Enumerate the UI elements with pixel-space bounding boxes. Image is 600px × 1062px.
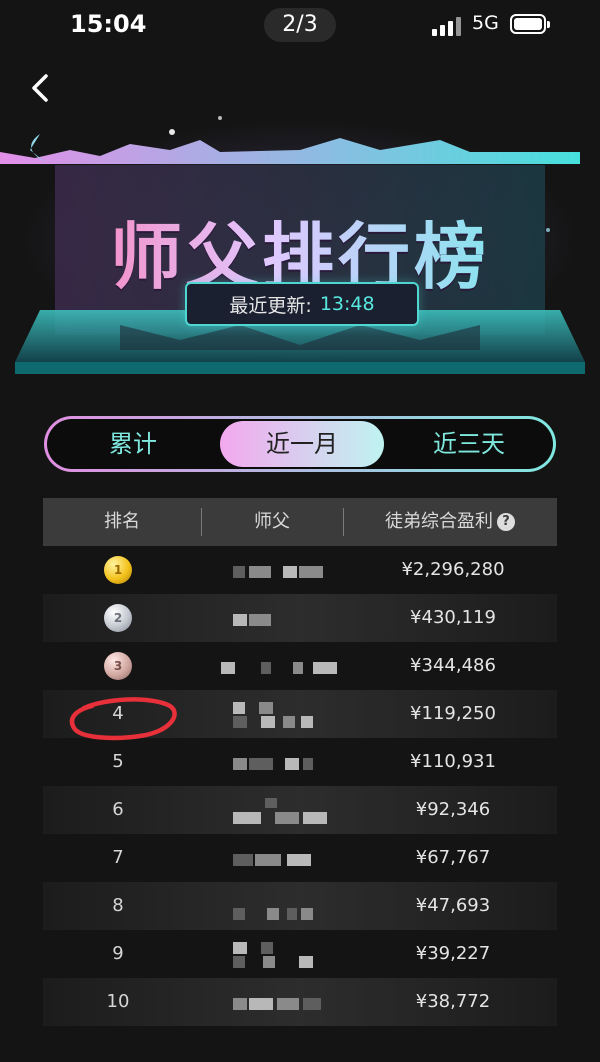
master-name-blurred — [213, 696, 353, 732]
master-name-blurred — [213, 936, 353, 972]
red-circle-annotation — [69, 697, 177, 741]
master-name-blurred — [213, 744, 353, 780]
status-time: 15:04 — [70, 10, 147, 38]
network-label: 5G — [472, 12, 499, 34]
profit-value: ¥344,486 — [410, 655, 496, 676]
table-row[interactable]: 9 ¥39,227 — [43, 930, 557, 978]
profit-value: ¥119,250 — [410, 703, 496, 724]
rank-number: 6 — [112, 799, 124, 820]
profit-value: ¥110,931 — [410, 751, 496, 772]
help-icon[interactable]: ? — [497, 513, 515, 531]
table-row[interactable]: 6 ¥92,346 — [43, 786, 557, 834]
signal-icon — [432, 16, 464, 36]
table-row[interactable]: 2 ¥430,119 — [43, 594, 557, 642]
update-time: 13:48 — [319, 293, 375, 315]
tab-last-month[interactable]: 近一月 — [220, 421, 384, 467]
leaderboard-banner: 师父排行榜 最近更新: 13:48 — [0, 110, 600, 385]
profit-value: ¥67,767 — [415, 847, 491, 868]
rank-number: 7 — [112, 847, 124, 868]
silver-medal-icon: 2 — [104, 604, 132, 632]
table-row[interactable]: 7 ¥67,767 — [43, 834, 557, 882]
rank-number: 10 — [106, 991, 130, 1012]
table-row[interactable]: 10 ¥38,772 — [43, 978, 557, 1026]
update-label: 最近更新: — [229, 294, 312, 317]
profit-value: ¥39,227 — [415, 943, 491, 964]
profit-value: ¥430,119 — [410, 607, 496, 628]
table-row[interactable]: 5 ¥110,931 — [43, 738, 557, 786]
battery-icon — [510, 14, 550, 34]
master-name-blurred — [213, 984, 353, 1020]
profit-value: ¥92,346 — [415, 799, 491, 820]
tab-cumulative[interactable]: 累计 — [47, 419, 219, 469]
master-name-blurred — [213, 840, 353, 876]
last-update-badge: 最近更新: 13:48 — [185, 282, 419, 326]
column-rank: 排名 — [104, 511, 140, 532]
profit-value: ¥47,693 — [415, 895, 491, 916]
rank-number: 5 — [112, 751, 124, 772]
table-row[interactable]: 1 ¥2,296,280 — [43, 546, 557, 594]
chevron-left-icon — [32, 74, 48, 102]
rank-number: 9 — [112, 943, 124, 964]
profit-value: ¥2,296,280 — [401, 559, 505, 580]
back-button[interactable] — [22, 70, 62, 106]
status-bar: 15:04 2/3 5G — [0, 0, 600, 52]
rank-number: 8 — [112, 895, 124, 916]
profit-value: ¥38,772 — [415, 991, 491, 1012]
period-tabs: 累计 近一月 近三天 — [44, 416, 556, 472]
page-indicator: 2/3 — [264, 8, 336, 42]
table-row[interactable]: 8 ¥47,693 — [43, 882, 557, 930]
column-profit: 徒弟综合盈利? — [343, 498, 557, 546]
master-name-blurred — [213, 792, 353, 828]
table-header: 排名 师父 徒弟综合盈利? — [43, 498, 557, 546]
bronze-medal-icon: 3 — [104, 652, 132, 680]
table-row[interactable]: 3 ¥344,486 — [43, 642, 557, 690]
master-name-blurred — [213, 552, 353, 588]
tab-last-three-days[interactable]: 近三天 — [385, 419, 553, 469]
column-master: 师父 — [254, 511, 290, 532]
column-profit-label: 徒弟综合盈利 — [385, 511, 493, 532]
master-name-blurred — [213, 648, 353, 684]
master-name-blurred — [213, 600, 353, 636]
master-name-blurred — [213, 888, 353, 924]
gold-medal-icon: 1 — [104, 556, 132, 584]
